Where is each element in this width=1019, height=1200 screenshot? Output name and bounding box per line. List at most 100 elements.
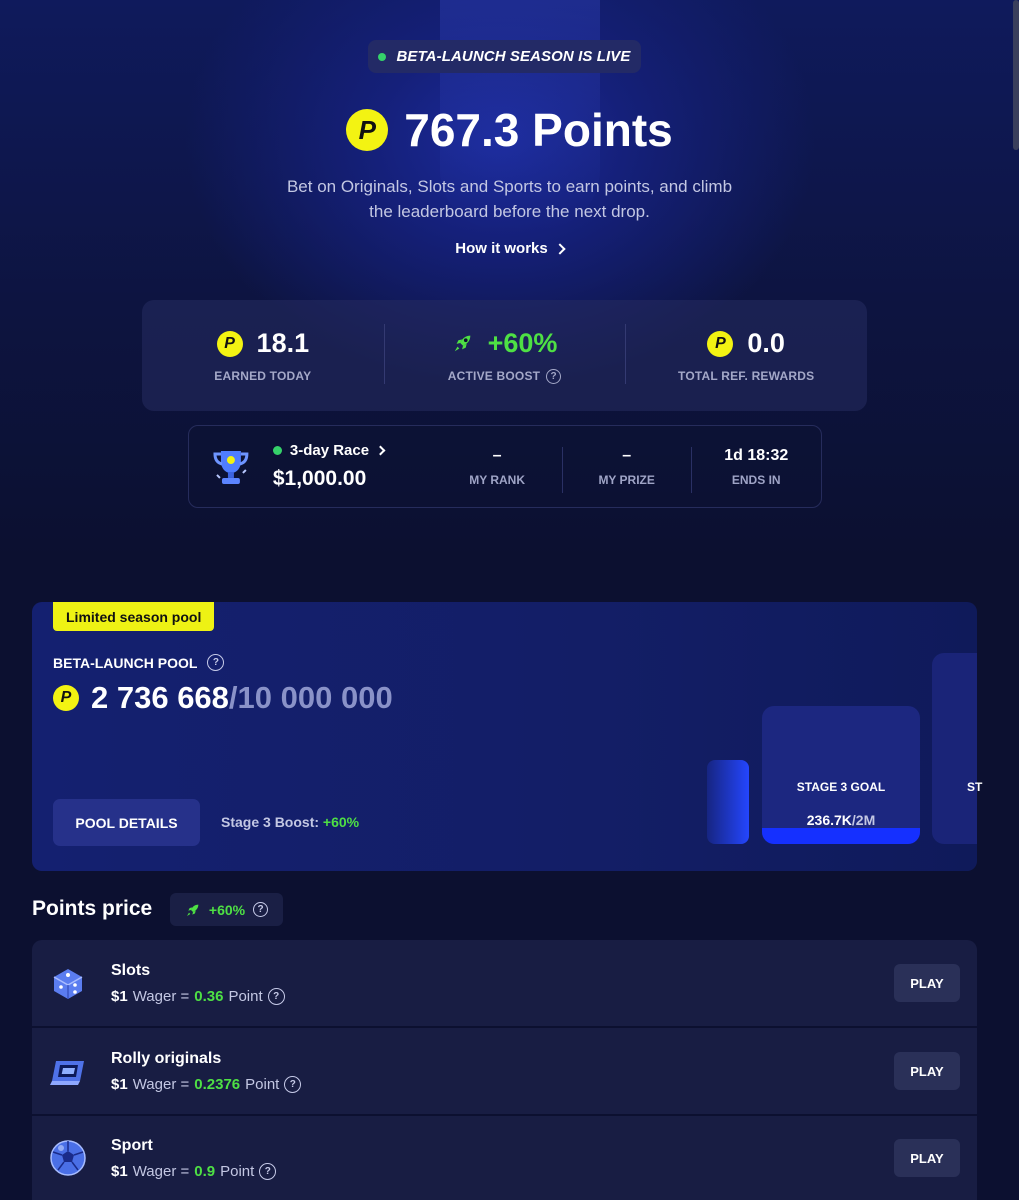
game-rate: $1 Wager = 0.36 Point ? [111, 987, 894, 1005]
ends-in-label: ENDS IN [731, 472, 781, 487]
points-rate: 0.9 [194, 1162, 216, 1180]
pool-label: BETA-LAUNCH POOL [53, 654, 198, 671]
rolly-logo-icon [50, 1061, 84, 1085]
chevron-right-icon [375, 445, 386, 456]
how-it-works-label: How it works [455, 240, 548, 257]
pool-amount-row: P 2 736 668/10 000 000 [53, 680, 393, 716]
active-boost-value: +60% [487, 327, 558, 358]
play-rolly-originals-button[interactable]: PLAY [894, 1052, 960, 1090]
game-info: Slots $1 Wager = 0.36 Point ? [111, 962, 894, 1005]
points-rate: 0.36 [194, 987, 224, 1005]
earned-today-label: EARNED TODAY [214, 369, 312, 383]
points-balance: 767.3 Points [404, 104, 673, 156]
game-name: Slots [111, 961, 151, 979]
stage-3-goal: /2M [851, 812, 876, 828]
points-price-boost-value: +60% [208, 901, 246, 918]
live-dot-icon [272, 446, 282, 455]
dice-icon [53, 969, 83, 999]
game-row-sport: Sport $1 Wager = 0.9 Point ? PLAY [32, 1116, 977, 1200]
wager-word: Wager = [132, 987, 190, 1005]
wager-amount: $1 [111, 987, 128, 1005]
pool-amount-total: /10 000 000 [228, 680, 393, 715]
hero-subtitle-line-1: Bet on Originals, Slots and Sports to ea… [286, 177, 733, 196]
live-dot-icon [378, 52, 387, 61]
play-sport-button[interactable]: PLAY [894, 1139, 960, 1177]
points-balance-title: P 767.3 Points [0, 100, 1019, 160]
stat-active-boost: +60% ACTIVE BOOST ? [383, 323, 626, 384]
wager-word: Wager = [132, 1075, 190, 1093]
stage-3-progress-fill [762, 828, 920, 844]
my-prize-value: – [622, 446, 632, 464]
pool-amount-filled: 2 736 668 [91, 680, 229, 715]
rocket-icon [454, 335, 470, 352]
my-rank-label: MY RANK [469, 472, 525, 487]
game-info: Rolly originals $1 Wager = 0.2376 Point … [111, 1050, 894, 1093]
total-ref-value: 0.0 [747, 328, 785, 358]
race-name: 3-day Race [289, 442, 370, 459]
help-icon[interactable]: ? [207, 654, 225, 671]
stat-total-ref-value-row: P 0.0 [707, 328, 785, 359]
total-ref-label: TOTAL REF. REWARDS [678, 369, 815, 383]
points-coin-icon: P [346, 109, 389, 151]
active-boost-label-row: ACTIVE BOOST ? [447, 368, 562, 384]
soccer-ball-icon [50, 1140, 86, 1176]
points-coin-icon: P [216, 330, 243, 357]
race-prize: $1,000.00 [272, 467, 367, 490]
wager-word: Wager = [132, 1162, 190, 1180]
wager-amount: $1 [111, 1162, 128, 1180]
points-coin-icon: P [53, 685, 79, 711]
points-price-title: Points price [32, 897, 153, 920]
rocket-icon [186, 904, 199, 916]
race-my-prize: – MY PRIZE [561, 446, 692, 493]
help-icon[interactable]: ? [546, 368, 562, 384]
race-my-rank: – MY RANK [432, 447, 562, 487]
game-rate: $1 Wager = 0.2376 Point ? [111, 1075, 894, 1093]
stage-4-label: ST [967, 780, 983, 794]
race-info: 3-day Race $1,000.00 [272, 442, 432, 491]
stage-4-bar [932, 653, 977, 844]
race-title-row[interactable]: 3-day Race [272, 442, 432, 459]
my-prize-label: MY PRIZE [598, 472, 655, 487]
stat-earned-today-value-row: P 18.1 [216, 328, 310, 359]
game-row-slots: Slots $1 Wager = 0.36 Point ? PLAY [32, 940, 977, 1026]
play-slots-button[interactable]: PLAY [894, 964, 960, 1002]
points-unit: Point [245, 1075, 280, 1093]
help-icon[interactable]: ? [259, 1162, 277, 1180]
my-rank-value: – [492, 446, 502, 464]
points-price-boost-badge: +60% ? [170, 893, 283, 926]
wager-amount: $1 [111, 1075, 128, 1093]
hero-subtitle: Bet on Originals, Slots and Sports to ea… [250, 174, 769, 224]
stage-3-current: 236.7K [806, 812, 852, 828]
stat-total-ref-rewards: P 0.0 TOTAL REF. REWARDS [625, 324, 867, 384]
how-it-works-link[interactable]: How it works [0, 240, 1019, 257]
game-name: Sport [111, 1136, 153, 1154]
stat-active-boost-value-row: +60% [452, 327, 558, 359]
points-unit: Point [228, 987, 263, 1005]
points-rate: 0.2376 [194, 1075, 241, 1093]
active-boost-label: ACTIVE BOOST [447, 369, 541, 383]
stage-2-bar [707, 760, 749, 844]
race-ends-in: 1d 18:32 ENDS IN [691, 446, 821, 493]
help-icon[interactable]: ? [284, 1075, 302, 1093]
game-row-rolly-originals: Rolly originals $1 Wager = 0.2376 Point … [32, 1028, 977, 1114]
stat-earned-today: P 18.1 EARNED TODAY [142, 328, 384, 383]
pool-label-row: BETA-LAUNCH POOL ? [53, 654, 225, 671]
stage-3-goal-value: 236.7K/2M [762, 812, 920, 828]
stage-boost-text: Stage 3 Boost: +60% [221, 814, 359, 830]
chevron-right-icon [554, 242, 566, 255]
stage-boost-value: +60% [322, 814, 360, 830]
season-status-text: BETA-LAUNCH SEASON IS LIVE [396, 48, 631, 65]
earned-today-value: 18.1 [256, 328, 310, 358]
points-unit: Point [220, 1162, 255, 1180]
stats-card: P 18.1 EARNED TODAY +60% ACTIVE BOOST ? … [142, 300, 867, 411]
stage-boost-label: Stage 3 Boost: [221, 814, 320, 830]
trophy-icon [213, 450, 249, 484]
game-info: Sport $1 Wager = 0.9 Point ? [111, 1137, 894, 1180]
stage-3-goal-label: STAGE 3 GOAL [796, 780, 886, 794]
hero-subtitle-line-2: the leaderboard before the next drop. [369, 202, 650, 221]
race-card[interactable]: 3-day Race $1,000.00 – MY RANK – MY PRIZ… [188, 425, 822, 508]
help-icon[interactable]: ? [253, 902, 269, 917]
help-icon[interactable]: ? [267, 987, 285, 1005]
pool-details-button[interactable]: POOL DETAILS [53, 799, 200, 846]
limited-season-pool-tag: Limited season pool [53, 602, 215, 631]
